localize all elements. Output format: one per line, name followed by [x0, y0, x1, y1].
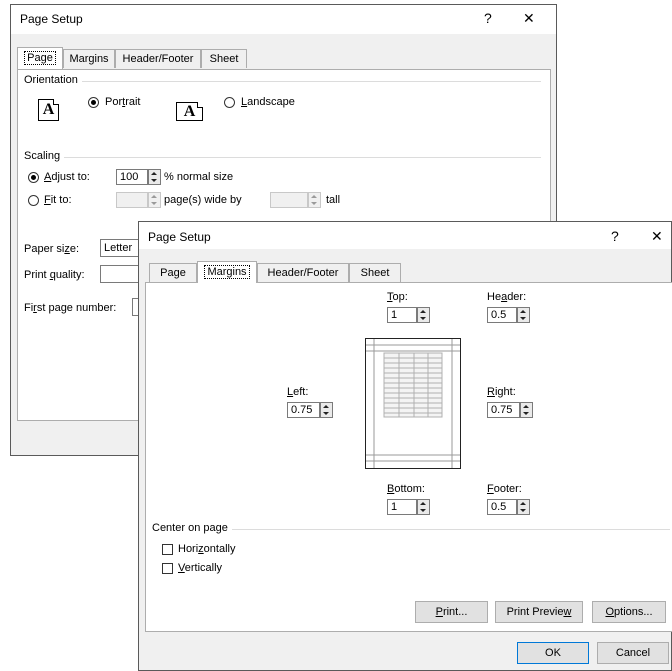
paper-size-label: Paper size:: [24, 243, 80, 255]
vertically-checkbox[interactable]: [162, 563, 173, 574]
pages-tall-input[interactable]: [270, 192, 308, 208]
horizontally-label[interactable]: Horizontally: [178, 543, 235, 555]
bottom-margin-input[interactable]: 1: [387, 499, 417, 515]
portrait-icon: A: [38, 99, 59, 121]
title-bar: Page Setup ? ✕: [139, 222, 671, 249]
portrait-radio[interactable]: [88, 97, 99, 108]
title-bar: Page Setup ? ✕: [11, 5, 556, 34]
adjust-to-input[interactable]: 100: [116, 169, 148, 185]
print-quality-label: Print quality:: [24, 269, 85, 281]
bottom-label: Bottom:: [387, 483, 425, 495]
tab-sheet[interactable]: Sheet: [349, 263, 401, 282]
page-preview-graphic: [366, 339, 460, 468]
scaling-label: Scaling: [24, 150, 65, 162]
ok-button[interactable]: OK: [517, 642, 589, 664]
tall-label: tall: [326, 194, 341, 206]
top-label: Top:: [387, 291, 408, 303]
margins-tab-panel: Top: 1 Header: 0.5 Left: 0.75 Right: 0.7…: [145, 282, 672, 632]
pages-tall-spinner[interactable]: [308, 192, 321, 208]
adjust-to-spinner[interactable]: [148, 169, 161, 185]
tab-page[interactable]: Page: [149, 263, 197, 282]
tab-strip: Page Margins Header/Footer Sheet: [149, 261, 669, 283]
left-margin-input[interactable]: 0.75: [287, 402, 320, 418]
landscape-radio[interactable]: [224, 97, 235, 108]
close-icon[interactable]: ✕: [651, 227, 663, 245]
orientation-group-line: [26, 81, 541, 82]
tab-margins[interactable]: Margins: [63, 49, 115, 68]
help-button[interactable]: ?: [611, 227, 619, 245]
vertically-label[interactable]: Vertically: [178, 562, 222, 574]
header-margin-spinner[interactable]: [517, 307, 530, 323]
header-label: Header:: [487, 291, 527, 303]
pages-wide-label: page(s) wide by: [164, 194, 242, 206]
scaling-group-line: [26, 157, 541, 158]
pages-wide-input[interactable]: [116, 192, 148, 208]
normal-size-label: % normal size: [164, 171, 234, 183]
horizontally-checkbox[interactable]: [162, 544, 173, 555]
adjust-to-radio[interactable]: [28, 172, 39, 183]
tab-header-footer[interactable]: Header/Footer: [257, 263, 349, 282]
portrait-label[interactable]: Portrait: [105, 96, 140, 108]
dialog-title: Page Setup: [148, 230, 211, 244]
footer-margin-input[interactable]: 0.5: [487, 499, 517, 515]
page-setup-dialog-front: Page Setup ? ✕ Page Margins Header/Foote…: [138, 221, 672, 671]
center-on-page-label: Center on page: [152, 522, 232, 534]
top-margin-spinner[interactable]: [417, 307, 430, 323]
top-margin-input[interactable]: 1: [387, 307, 417, 323]
orientation-label: Orientation: [24, 74, 82, 86]
footer-label: Footer:: [487, 483, 522, 495]
pages-wide-spinner[interactable]: [148, 192, 161, 208]
right-label: Right:: [487, 386, 516, 398]
right-margin-spinner[interactable]: [520, 402, 533, 418]
page-preview: [365, 338, 461, 469]
options-button[interactable]: Options...: [592, 601, 666, 623]
tab-strip: Page Margins Header/Footer Sheet: [17, 47, 547, 69]
print-preview-button[interactable]: Print Preview: [495, 601, 583, 623]
tab-page[interactable]: Page: [17, 47, 63, 69]
tab-sheet[interactable]: Sheet: [201, 49, 247, 68]
adjust-to-label[interactable]: Adjust to:: [44, 171, 90, 183]
tab-margins[interactable]: Margins: [197, 261, 257, 283]
close-icon[interactable]: ✕: [523, 9, 535, 27]
dialog-title: Page Setup: [20, 12, 83, 26]
print-button[interactable]: Print...: [415, 601, 488, 623]
tab-header-footer[interactable]: Header/Footer: [115, 49, 201, 68]
left-label: Left:: [287, 386, 309, 398]
header-margin-input[interactable]: 0.5: [487, 307, 517, 323]
fit-to-radio[interactable]: [28, 195, 39, 206]
first-page-number-label: First page number:: [24, 302, 117, 314]
fit-to-label[interactable]: Fit to:: [44, 194, 72, 206]
footer-margin-spinner[interactable]: [517, 499, 530, 515]
help-button[interactable]: ?: [484, 9, 492, 27]
landscape-icon: A: [176, 102, 203, 121]
left-margin-spinner[interactable]: [320, 402, 333, 418]
bottom-margin-spinner[interactable]: [417, 499, 430, 515]
landscape-label[interactable]: Landscape: [241, 96, 295, 108]
cancel-button[interactable]: Cancel: [597, 642, 669, 664]
right-margin-input[interactable]: 0.75: [487, 402, 520, 418]
